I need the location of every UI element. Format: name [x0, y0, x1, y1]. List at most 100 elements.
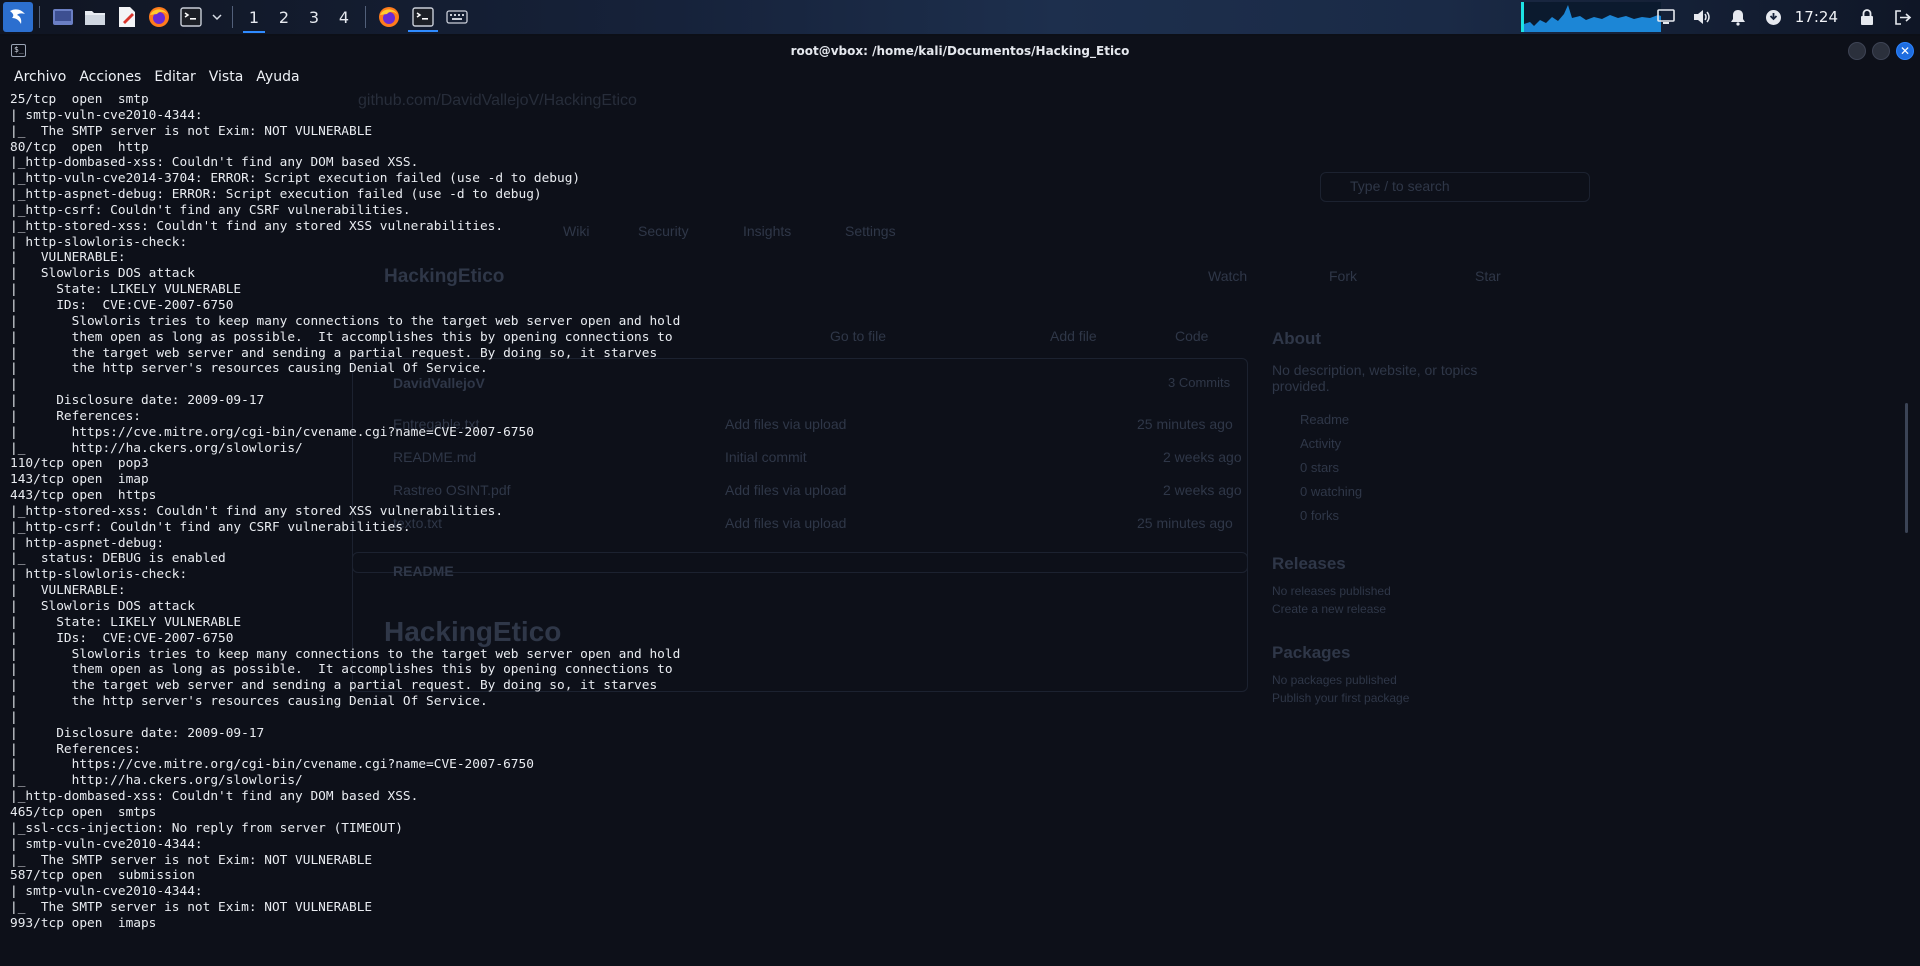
terminal-line: | the target web server and sending a pa… — [10, 345, 658, 361]
terminal-line: 25/tcp open smtp — [10, 92, 149, 107]
logout-button[interactable] — [1886, 2, 1920, 32]
terminal-line: | smtp-vuln-cve2010-4344: — [10, 836, 203, 852]
terminal-line: |_http-dombased-xss: Couldn't find any D… — [10, 789, 419, 805]
terminal-line: | them open as long as possible. It acco… — [10, 329, 673, 345]
display-button[interactable] — [1649, 2, 1683, 32]
terminal-line: |_http-vuln-cve2014-3704: ERROR: Script … — [10, 171, 581, 187]
window-controls: ✕ — [1848, 42, 1914, 60]
terminal-scrollbar[interactable] — [1905, 403, 1908, 533]
workspace-1[interactable]: 1 — [239, 0, 269, 34]
firefox-icon — [379, 7, 399, 27]
minimize-button[interactable] — [1848, 42, 1866, 60]
menu-vista[interactable]: Vista — [209, 69, 244, 85]
notifications-button[interactable] — [1721, 2, 1755, 32]
terminal-line: 143/tcp open imap — [10, 472, 149, 488]
terminal-launcher-dropdown[interactable] — [208, 2, 226, 32]
terminal-line: 587/tcp open submission — [10, 868, 195, 884]
active-window-indicator — [408, 30, 438, 32]
lock-screen-button[interactable] — [1850, 2, 1884, 32]
terminal-line: | IDs: CVE:CVE-2007-6750 — [10, 297, 234, 313]
terminal-line: 110/tcp open pop3 — [10, 456, 149, 472]
taskbar: 1 2 3 4 17:24 — [0, 0, 1920, 34]
folder-icon — [85, 11, 105, 25]
firefox-launcher[interactable] — [144, 2, 174, 32]
terminal-line: | Slowloris tries to keep many connectio… — [10, 646, 681, 662]
terminal-line: |_ssl-ccs-injection: No reply from serve… — [10, 820, 403, 836]
terminal-line: | them open as long as possible. It acco… — [10, 662, 673, 678]
terminal-line: |_ The SMTP server is not Exim: NOT VULN… — [10, 852, 373, 868]
firefox-icon — [149, 7, 169, 27]
desktop-icon — [53, 9, 73, 25]
volume-button[interactable] — [1685, 2, 1719, 32]
keyboard-icon — [446, 10, 468, 24]
update-button[interactable] — [1757, 2, 1791, 32]
menu-bar: Archivo Acciones Editar Vista Ayuda — [0, 66, 1920, 88]
terminal-line: | State: LIKELY VULNERABLE — [10, 614, 242, 630]
terminal-line: |_ The SMTP server is not Exim: NOT VULN… — [10, 123, 373, 139]
terminal-line: |_ http://ha.ckers.org/slowloris/ — [10, 773, 303, 789]
terminal-line: 443/tcp open https — [10, 488, 157, 504]
cpu-monitor-graph[interactable] — [1521, 2, 1661, 32]
terminal-line: |_http-aspnet-debug: ERROR: Script execu… — [10, 187, 542, 203]
monitor-icon — [1656, 9, 1675, 24]
terminal-output[interactable]: 25/tcp open smtp | smtp-vuln-cve2010-434… — [10, 92, 1890, 962]
terminal-line: |_http-stored-xss: Couldn't find any sto… — [10, 503, 504, 519]
terminal-line: | Slowloris DOS attack — [10, 266, 195, 282]
terminal-line: | the http server's resources causing De… — [10, 694, 488, 710]
terminal-line: | — [10, 709, 18, 725]
terminal-line: | the http server's resources causing De… — [10, 361, 488, 377]
terminal-line: | https://cve.mitre.org/cgi-bin/cvename.… — [10, 757, 534, 773]
terminal-line: | References: — [10, 408, 141, 424]
clock[interactable]: 17:24 — [1791, 8, 1848, 26]
file-manager-launcher[interactable] — [80, 2, 110, 32]
terminal-launcher[interactable] — [176, 2, 206, 32]
terminal-window-icon: $_ — [11, 44, 26, 57]
logout-icon — [1895, 9, 1912, 25]
terminal-line: | VULNERABLE: — [10, 250, 126, 266]
show-desktop-button[interactable] — [48, 2, 78, 32]
lock-icon — [1861, 8, 1873, 25]
terminal-line: | State: LIKELY VULNERABLE — [10, 282, 242, 298]
workspace-3[interactable]: 3 — [299, 0, 329, 34]
terminal-line: | Slowloris DOS attack — [10, 599, 195, 614]
text-editor-launcher[interactable] — [112, 2, 142, 32]
menu-acciones[interactable]: Acciones — [79, 69, 141, 85]
menu-archivo[interactable]: Archivo — [14, 69, 66, 85]
menu-editar[interactable]: Editar — [154, 69, 195, 85]
terminal-text[interactable]: 25/tcp open smtp | smtp-vuln-cve2010-434… — [10, 92, 1890, 932]
terminal-line: | Disclosure date: 2009-09-17 — [10, 725, 265, 741]
terminal-line: 993/tcp open imaps — [10, 915, 157, 931]
workspace-2[interactable]: 2 — [269, 0, 299, 34]
taskbar-window-terminal[interactable] — [406, 2, 440, 32]
terminal-line: | — [10, 377, 18, 393]
terminal-line: | http-aspnet-debug: — [10, 535, 165, 551]
taskbar-window-firefox[interactable] — [374, 2, 404, 32]
kali-menu-button[interactable] — [3, 2, 33, 32]
terminal-line: | IDs: CVE:CVE-2007-6750 — [10, 630, 234, 646]
chevron-down-icon — [212, 14, 222, 21]
workspace-4[interactable]: 4 — [329, 0, 359, 34]
kali-dragon-icon — [10, 9, 25, 24]
terminal-line: |_http-dombased-xss: Couldn't find any D… — [10, 155, 419, 171]
close-button[interactable]: ✕ — [1896, 42, 1914, 60]
terminal-window: github.com/DavidVallejoV/HackingEtico Ty… — [0, 36, 1920, 966]
terminal-line: |_http-stored-xss: Couldn't find any sto… — [10, 218, 504, 234]
terminal-line: |_ http://ha.ckers.org/slowloris/ — [10, 440, 303, 456]
window-titlebar[interactable]: $_ root@vbox: /home/kali/Documentos/Hack… — [0, 36, 1920, 66]
terminal-line: | the target web server and sending a pa… — [10, 678, 658, 694]
terminal-icon — [180, 7, 202, 27]
menu-ayuda[interactable]: Ayuda — [256, 69, 299, 85]
terminal-line: | References: — [10, 741, 141, 757]
terminal-line: | Disclosure date: 2009-09-17 — [10, 393, 265, 409]
system-tray: 17:24 — [1647, 0, 1920, 34]
taskbar-separator — [365, 6, 366, 28]
cpu-graph-icon — [1524, 5, 1661, 32]
maximize-button[interactable] — [1872, 42, 1890, 60]
terminal-line: |_http-csrf: Couldn't find any CSRF vuln… — [10, 202, 411, 218]
terminal-icon — [412, 7, 434, 27]
taskbar-window-keyboard[interactable] — [442, 2, 472, 32]
terminal-line: | smtp-vuln-cve2010-4344: — [10, 107, 203, 123]
terminal-line: | VULNERABLE: — [10, 583, 126, 599]
terminal-line: | http-slowloris-check: — [10, 234, 188, 250]
text-editor-icon — [119, 7, 135, 27]
